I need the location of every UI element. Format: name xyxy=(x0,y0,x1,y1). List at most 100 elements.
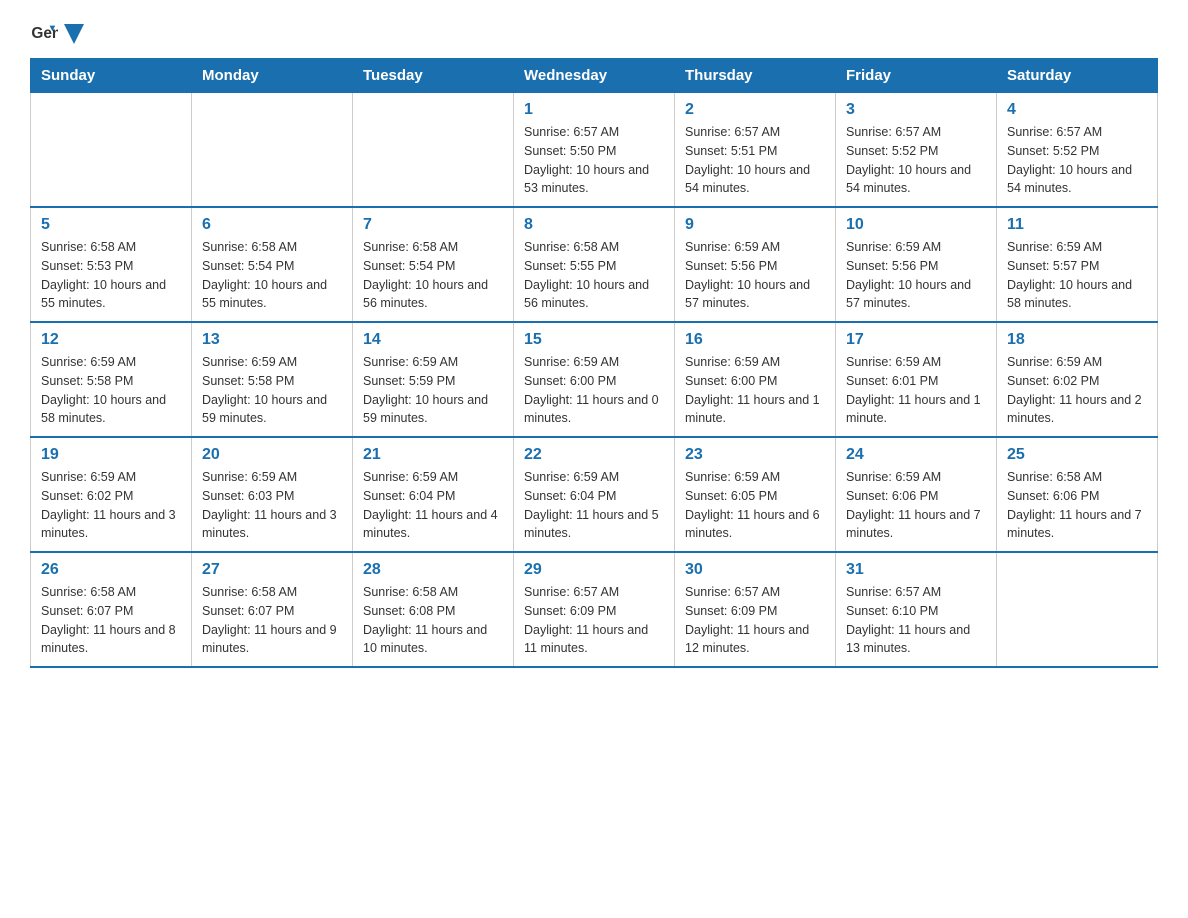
calendar-cell: 19 Sunrise: 6:59 AM Sunset: 6:02 PM Dayli… xyxy=(31,437,192,552)
day-number: 19 xyxy=(41,446,181,464)
calendar-header-row: SundayMondayTuesdayWednesdayThursdayFrid… xyxy=(31,59,1158,93)
day-number: 17 xyxy=(846,331,986,349)
column-header-tuesday: Tuesday xyxy=(353,59,514,93)
calendar-cell: 13Sunrise: 6:59 AM Sunset: 5:58 PM Dayli… xyxy=(192,322,353,437)
calendar-cell: 7 Sunrise: 6:58 AM Sunset: 5:54 PM Daylig… xyxy=(353,207,514,322)
calendar-cell: 2Sunrise: 6:57 AM Sunset: 5:51 PM Daylig… xyxy=(675,93,836,208)
day-number: 14 xyxy=(363,331,503,349)
calendar-cell: 9Sunrise: 6:59 AM Sunset: 5:56 PM Daylig… xyxy=(675,207,836,322)
column-header-wednesday: Wednesday xyxy=(514,59,675,93)
day-info: Sunrise: 6:59 AM Sunset: 6:02 PM Dayligh… xyxy=(41,468,181,543)
calendar-cell: 11 Sunrise: 6:59 AM Sunset: 5:57 PM Dayli… xyxy=(997,207,1158,322)
calendar-cell: 1Sunrise: 6:57 AM Sunset: 5:50 PM Daylig… xyxy=(514,93,675,208)
day-info: Sunrise: 6:58 AM Sunset: 6:06 PM Dayligh… xyxy=(1007,468,1147,543)
calendar-week-row: 5Sunrise: 6:58 AM Sunset: 5:53 PM Daylig… xyxy=(31,207,1158,322)
calendar-cell: 18Sunrise: 6:59 AM Sunset: 6:02 PM Dayli… xyxy=(997,322,1158,437)
day-info: Sunrise: 6:58 AM Sunset: 6:08 PM Dayligh… xyxy=(363,583,503,658)
calendar-cell xyxy=(353,93,514,208)
day-number: 20 xyxy=(202,446,342,464)
calendar-cell: 28 Sunrise: 6:58 AM Sunset: 6:08 PM Dayli… xyxy=(353,552,514,667)
calendar-cell: 8Sunrise: 6:58 AM Sunset: 5:55 PM Daylig… xyxy=(514,207,675,322)
day-number: 7 xyxy=(363,216,503,234)
calendar-cell: 25 Sunrise: 6:58 AM Sunset: 6:06 PM Dayli… xyxy=(997,437,1158,552)
day-info: Sunrise: 6:59 AM Sunset: 6:00 PM Dayligh… xyxy=(685,353,825,428)
day-info: Sunrise: 6:58 AM Sunset: 5:54 PM Dayligh… xyxy=(202,238,342,313)
day-info: Sunrise: 6:59 AM Sunset: 5:56 PM Dayligh… xyxy=(685,238,825,313)
day-info: Sunrise: 6:59 AM Sunset: 5:58 PM Dayligh… xyxy=(202,353,342,428)
day-info: Sunrise: 6:57 AM Sunset: 5:52 PM Dayligh… xyxy=(1007,123,1147,198)
logo: General xyxy=(30,20,84,48)
day-number: 2 xyxy=(685,101,825,119)
day-info: Sunrise: 6:57 AM Sunset: 6:09 PM Dayligh… xyxy=(685,583,825,658)
calendar-cell: 5Sunrise: 6:58 AM Sunset: 5:53 PM Daylig… xyxy=(31,207,192,322)
day-number: 4 xyxy=(1007,101,1147,119)
calendar-cell: 17 Sunrise: 6:59 AM Sunset: 6:01 PM Dayli… xyxy=(836,322,997,437)
day-info: Sunrise: 6:59 AM Sunset: 5:56 PM Dayligh… xyxy=(846,238,986,313)
calendar-cell: 16 Sunrise: 6:59 AM Sunset: 6:00 PM Dayli… xyxy=(675,322,836,437)
day-number: 22 xyxy=(524,446,664,464)
calendar-cell: 21 Sunrise: 6:59 AM Sunset: 6:04 PM Dayli… xyxy=(353,437,514,552)
page-header: General xyxy=(30,20,1158,48)
day-info: Sunrise: 6:58 AM Sunset: 5:53 PM Dayligh… xyxy=(41,238,181,313)
day-number: 28 xyxy=(363,561,503,579)
day-info: Sunrise: 6:59 AM Sunset: 6:04 PM Dayligh… xyxy=(524,468,664,543)
day-number: 8 xyxy=(524,216,664,234)
calendar-cell: 15 Sunrise: 6:59 AM Sunset: 6:00 PM Dayli… xyxy=(514,322,675,437)
day-info: Sunrise: 6:57 AM Sunset: 6:10 PM Dayligh… xyxy=(846,583,986,658)
day-info: Sunrise: 6:57 AM Sunset: 6:09 PM Dayligh… xyxy=(524,583,664,658)
calendar-cell: 24Sunrise: 6:59 AM Sunset: 6:06 PM Dayli… xyxy=(836,437,997,552)
calendar-week-row: 1Sunrise: 6:57 AM Sunset: 5:50 PM Daylig… xyxy=(31,93,1158,208)
day-number: 6 xyxy=(202,216,342,234)
day-number: 11 xyxy=(1007,216,1147,234)
calendar-week-row: 19 Sunrise: 6:59 AM Sunset: 6:02 PM Dayli… xyxy=(31,437,1158,552)
calendar-cell: 27 Sunrise: 6:58 AM Sunset: 6:07 PM Dayli… xyxy=(192,552,353,667)
day-number: 21 xyxy=(363,446,503,464)
calendar-cell xyxy=(997,552,1158,667)
day-number: 3 xyxy=(846,101,986,119)
day-info: Sunrise: 6:59 AM Sunset: 6:03 PM Dayligh… xyxy=(202,468,342,543)
column-header-saturday: Saturday xyxy=(997,59,1158,93)
calendar-cell: 29Sunrise: 6:57 AM Sunset: 6:09 PM Dayli… xyxy=(514,552,675,667)
calendar-cell: 6 Sunrise: 6:58 AM Sunset: 5:54 PM Daylig… xyxy=(192,207,353,322)
day-info: Sunrise: 6:59 AM Sunset: 6:04 PM Dayligh… xyxy=(363,468,503,543)
day-info: Sunrise: 6:59 AM Sunset: 5:58 PM Dayligh… xyxy=(41,353,181,428)
column-header-monday: Monday xyxy=(192,59,353,93)
calendar-cell: 4 Sunrise: 6:57 AM Sunset: 5:52 PM Daylig… xyxy=(997,93,1158,208)
day-number: 15 xyxy=(524,331,664,349)
day-number: 23 xyxy=(685,446,825,464)
calendar-cell: 31Sunrise: 6:57 AM Sunset: 6:10 PM Dayli… xyxy=(836,552,997,667)
calendar-cell: 30 Sunrise: 6:57 AM Sunset: 6:09 PM Dayli… xyxy=(675,552,836,667)
calendar-week-row: 26 Sunrise: 6:58 AM Sunset: 6:07 PM Dayli… xyxy=(31,552,1158,667)
calendar-cell: 22 Sunrise: 6:59 AM Sunset: 6:04 PM Dayli… xyxy=(514,437,675,552)
calendar-cell: 26Sunrise: 6:58 AM Sunset: 6:07 PM Dayli… xyxy=(31,552,192,667)
day-info: Sunrise: 6:58 AM Sunset: 6:07 PM Dayligh… xyxy=(202,583,342,658)
calendar-cell: 20 Sunrise: 6:59 AM Sunset: 6:03 PM Dayli… xyxy=(192,437,353,552)
calendar-cell: 12 Sunrise: 6:59 AM Sunset: 5:58 PM Dayli… xyxy=(31,322,192,437)
day-number: 27 xyxy=(202,561,342,579)
calendar-cell xyxy=(192,93,353,208)
calendar-cell: 10Sunrise: 6:59 AM Sunset: 5:56 PM Dayli… xyxy=(836,207,997,322)
day-info: Sunrise: 6:59 AM Sunset: 6:02 PM Dayligh… xyxy=(1007,353,1147,428)
day-number: 24 xyxy=(846,446,986,464)
day-number: 12 xyxy=(41,331,181,349)
calendar-table: SundayMondayTuesdayWednesdayThursdayFrid… xyxy=(30,58,1158,668)
calendar-week-row: 12 Sunrise: 6:59 AM Sunset: 5:58 PM Dayli… xyxy=(31,322,1158,437)
calendar-cell: 14 Sunrise: 6:59 AM Sunset: 5:59 PM Dayli… xyxy=(353,322,514,437)
calendar-cell: 3 Sunrise: 6:57 AM Sunset: 5:52 PM Daylig… xyxy=(836,93,997,208)
column-header-friday: Friday xyxy=(836,59,997,93)
column-header-sunday: Sunday xyxy=(31,59,192,93)
day-number: 30 xyxy=(685,561,825,579)
day-number: 26 xyxy=(41,561,181,579)
calendar-cell: 23Sunrise: 6:59 AM Sunset: 6:05 PM Dayli… xyxy=(675,437,836,552)
day-info: Sunrise: 6:58 AM Sunset: 5:54 PM Dayligh… xyxy=(363,238,503,313)
day-info: Sunrise: 6:59 AM Sunset: 6:01 PM Dayligh… xyxy=(846,353,986,428)
day-info: Sunrise: 6:59 AM Sunset: 6:00 PM Dayligh… xyxy=(524,353,664,428)
logo-icon: General xyxy=(30,20,58,48)
day-info: Sunrise: 6:59 AM Sunset: 5:57 PM Dayligh… xyxy=(1007,238,1147,313)
logo-triangle-icon xyxy=(64,24,84,44)
day-number: 25 xyxy=(1007,446,1147,464)
day-info: Sunrise: 6:57 AM Sunset: 5:50 PM Dayligh… xyxy=(524,123,664,198)
day-number: 16 xyxy=(685,331,825,349)
day-info: Sunrise: 6:57 AM Sunset: 5:52 PM Dayligh… xyxy=(846,123,986,198)
day-info: Sunrise: 6:59 AM Sunset: 5:59 PM Dayligh… xyxy=(363,353,503,428)
